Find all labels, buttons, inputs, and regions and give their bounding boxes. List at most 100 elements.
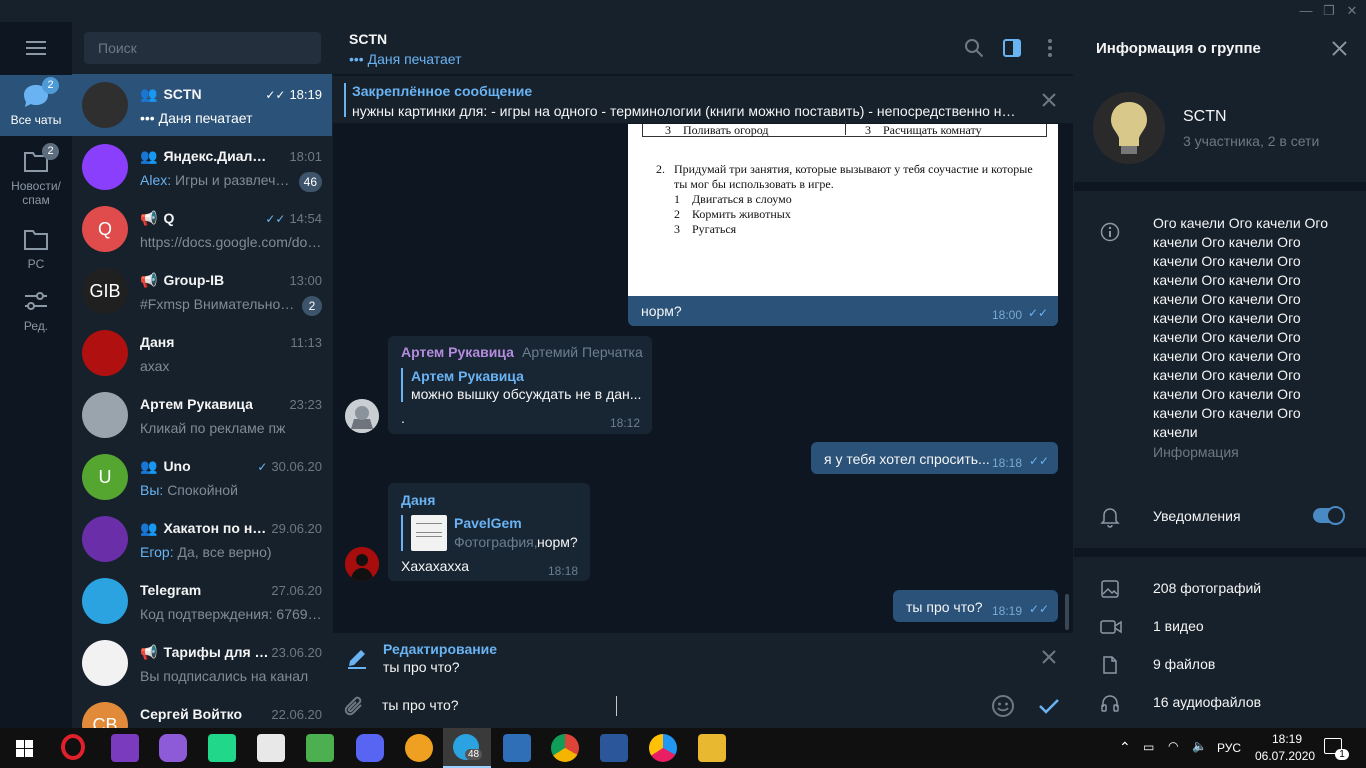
attach-icon[interactable] — [344, 694, 366, 718]
close-window-button[interactable]: ✕ — [1340, 3, 1364, 19]
close-info-icon[interactable] — [1332, 41, 1347, 56]
message-time: 18:12 — [610, 416, 641, 430]
message-bubble[interactable]: я у тебя хотел спросить... 18:18 ✓✓ — [811, 442, 1058, 474]
chat-item[interactable]: Даня 11:13 ахах — [72, 322, 332, 384]
avatar[interactable] — [345, 547, 379, 581]
pinned-message[interactable]: Закреплённое сообщение нужны картинки дл… — [333, 75, 1073, 123]
telegram-badge: 48 — [465, 749, 483, 760]
avatar[interactable] — [345, 399, 379, 433]
chrome-icon[interactable] — [551, 734, 579, 762]
document-image[interactable]: 3 Поливать огород 3 Расчищать комнату 2.… — [628, 122, 1058, 296]
group-avatar[interactable] — [1093, 92, 1165, 164]
file-explorer-icon[interactable] — [698, 734, 726, 762]
avatar[interactable] — [82, 82, 128, 128]
chat-title[interactable]: SCTN — [349, 31, 387, 47]
chat-item[interactable]: 👥 Яндекс.Диалоги (... 18:01 Alex: Игры и ра… — [72, 136, 332, 198]
save-edit-icon[interactable] — [1038, 697, 1060, 715]
avatar[interactable] — [82, 392, 128, 438]
avatar[interactable]: GIB — [82, 268, 128, 314]
more-icon[interactable] — [1040, 38, 1060, 58]
emoji-icon[interactable] — [991, 694, 1015, 718]
chat-item[interactable]: 👥 SCTN ✓✓ 18:19 ••• Даня печатает — [72, 74, 332, 136]
reply-text[interactable]: можно вышку обсуждать не в дан... — [411, 386, 641, 402]
opera-icon[interactable] — [61, 734, 85, 760]
description-line: качели Ого качели Ого — [1153, 253, 1301, 269]
message-text: Хахахахха — [401, 558, 470, 574]
menu-icon[interactable] — [26, 41, 46, 55]
github-desktop-icon[interactable] — [159, 734, 187, 762]
message-bubble[interactable]: ты про что? 18:19 ✓✓ — [893, 590, 1058, 622]
taskbar: 48 ⌃ ▭ ◠ 🔈 РУС 18:19 06.07.2020 1 — [0, 728, 1366, 768]
avatar[interactable] — [82, 330, 128, 376]
wifi-icon[interactable]: ◠ — [1168, 739, 1178, 753]
chat-name: SCTN — [163, 86, 202, 102]
discord-icon[interactable] — [356, 734, 384, 762]
folder-all-chats[interactable]: 2 Все чаты — [0, 75, 72, 136]
battery-icon[interactable]: ▭ — [1143, 740, 1154, 754]
search-input[interactable]: Поиск — [84, 32, 321, 64]
folder-label: Новости/ спам — [11, 179, 61, 207]
folder-edit[interactable]: Ред. — [0, 289, 72, 337]
chat-item[interactable]: Telegram 27.06.20 Код подтверждения: 67691… — [72, 570, 332, 632]
chat-item[interactable]: Q 📢 Q ✓✓ 14:54 https://docs.google.com/doc... — [72, 198, 332, 260]
clock-date[interactable]: 06.07.2020 — [1255, 749, 1315, 763]
cancel-edit-icon[interactable] — [1041, 649, 1057, 665]
avatar[interactable] — [82, 144, 128, 190]
notifications-toggle[interactable] — [1313, 506, 1345, 525]
reply-kind: Фотография, — [454, 534, 538, 550]
chat-item[interactable]: U 👥 Uno ✓ 30.06.20 Вы: Спокойной — [72, 446, 332, 508]
chat-item[interactable]: GIB 📢 Group-IB 13:00 #Fxmsp Внимательно и...… — [72, 260, 332, 322]
reply-author[interactable]: PavelGem — [454, 515, 522, 531]
avatar[interactable]: Q — [82, 206, 128, 252]
avatar[interactable] — [82, 578, 128, 624]
chevron-up-icon[interactable]: ⌃ — [1119, 739, 1131, 756]
folder-news-spam[interactable]: 2 Новости/ спам — [0, 143, 72, 209]
search-icon[interactable] — [964, 38, 984, 58]
close-pinned-icon[interactable] — [1041, 92, 1057, 108]
reply-author[interactable]: Артем Рукавица — [411, 368, 524, 384]
message-input[interactable]: ты про что? — [382, 697, 942, 713]
avatar[interactable]: СВ — [82, 702, 128, 728]
message-author[interactable]: Артем Рукавица — [401, 344, 514, 360]
folder-pc[interactable]: PC — [0, 227, 72, 275]
group-info-panel: Информация о группе SCTN 3 участника, 2 … — [1074, 22, 1366, 728]
media-videos[interactable]: 1 видео — [1074, 608, 1366, 646]
avatar[interactable]: U — [82, 454, 128, 500]
app-icon[interactable] — [405, 734, 433, 762]
editor-icon[interactable] — [306, 734, 334, 762]
avatar[interactable] — [82, 640, 128, 686]
pycharm-icon[interactable] — [208, 734, 236, 762]
scrollbar[interactable] — [1065, 594, 1069, 630]
media-photos[interactable]: 208 фотографий — [1074, 570, 1366, 608]
photo-icon — [1101, 580, 1119, 598]
reply-thumbnail[interactable] — [411, 515, 447, 551]
message-bubble[interactable]: норм? 18:00 ✓✓ — [628, 296, 1058, 326]
language-indicator[interactable]: РУС — [1217, 741, 1241, 755]
chat-name: Яндекс.Диалоги (... — [163, 148, 270, 164]
chat-item[interactable]: 📢 Тарифы для с... 23.06.20 Вы подписались н… — [72, 632, 332, 694]
chat-preview: Кликай по рекламе пж — [140, 420, 286, 436]
visual-studio-icon[interactable] — [111, 734, 139, 762]
app-icon[interactable] — [649, 734, 677, 762]
avatar[interactable] — [82, 516, 128, 562]
message-author[interactable]: Даня — [401, 492, 435, 508]
clock-time[interactable]: 18:19 — [1265, 732, 1309, 746]
media-files[interactable]: 9 файлов — [1074, 646, 1366, 684]
volume-icon[interactable]: 🔈 — [1192, 739, 1207, 753]
chat-item[interactable]: СВ Сергей Войтко 22.06.20 — [72, 694, 332, 728]
maximize-button[interactable]: ❐ — [1317, 3, 1341, 19]
chat-item[interactable]: 👥 Хакатон по на... 29.06.20 Егор: Да, все в… — [72, 508, 332, 570]
minimize-button[interactable]: — — [1294, 3, 1318, 18]
chat-time: 11:13 — [290, 335, 322, 350]
app-icon[interactable] — [503, 734, 531, 762]
telegram-taskbar-button[interactable]: 48 — [443, 728, 491, 768]
message-bubble[interactable]: Даня PavelGem Фотография, норм? Хахахахх… — [388, 483, 590, 581]
message-bubble[interactable]: Артем Рукавица Артемий Перчатка Артем Ру… — [388, 336, 652, 434]
windows-start-icon[interactable] — [16, 740, 33, 757]
sidebar-toggle-icon[interactable] — [1002, 38, 1022, 58]
unity-icon[interactable] — [257, 734, 285, 762]
word-icon[interactable] — [600, 734, 628, 762]
folder-label: Ред. — [23, 319, 49, 333]
media-audio[interactable]: 16 аудиофайлов — [1074, 684, 1366, 722]
chat-item[interactable]: Артем Рукавица 23:23 Кликай по рекламе пж — [72, 384, 332, 446]
